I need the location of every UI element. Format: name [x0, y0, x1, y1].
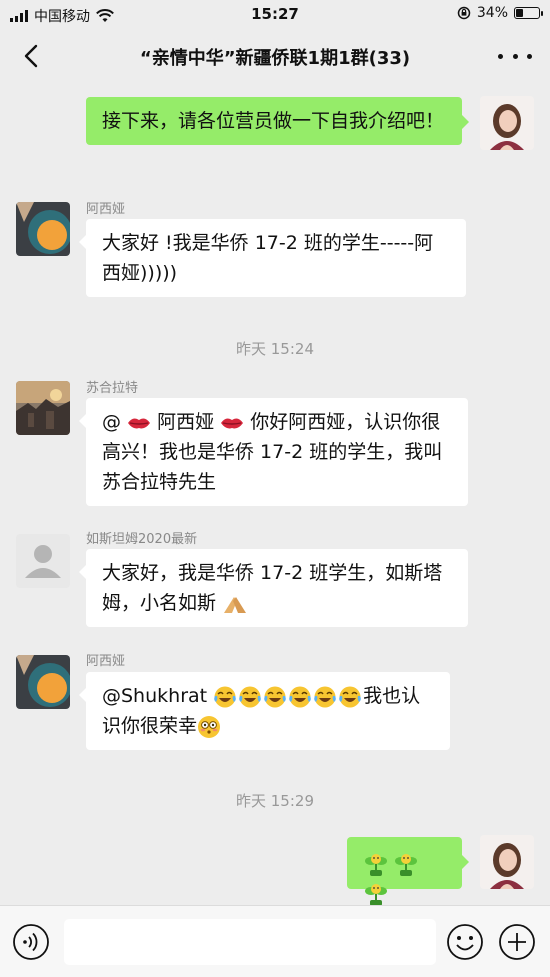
input-bar	[0, 905, 550, 977]
lips-emoji-icon	[128, 418, 151, 428]
mention-name: 阿西娅	[157, 411, 215, 433]
folded-hands-emoji-icon	[224, 596, 247, 613]
sender-name: 阿西娅	[86, 654, 126, 669]
crying-laughing-emoji-icon	[338, 685, 363, 707]
timestamp: 昨天 15:24	[236, 340, 314, 358]
flushed-face-emoji-icon	[198, 715, 221, 738]
crying-laughing-emoji-icon	[238, 685, 263, 707]
message-bubble-incoming[interactable]: @ 阿西娅 你好阿西娅，认识你很高兴！我也是华侨 17-2 班的学生，我叫苏合拉…	[79, 398, 468, 506]
message-input[interactable]	[64, 919, 436, 965]
sprout-emoji-icon	[361, 882, 391, 906]
timestamp: 昨天 15:29	[236, 792, 314, 810]
message-bubble-incoming[interactable]: 大家好，我是华侨 17-2 班学生，如斯塔姆，小名如斯	[79, 549, 468, 627]
more-icon[interactable]	[498, 48, 532, 64]
sender-name: 苏合拉特	[86, 381, 139, 396]
message-text: 你好阿西娅，认识你很高兴！我也是华侨 17-2 班的学生，我叫苏合拉特先生	[102, 411, 443, 493]
message-bubble-outgoing[interactable]: 接下来，请各位营员做一下自我介绍吧！	[86, 97, 469, 145]
back-icon[interactable]	[18, 42, 46, 70]
chat-title: “亲情中华”新疆侨联1期1群(33)	[139, 48, 411, 69]
sender-avatar-suhelate[interactable]	[16, 381, 70, 435]
message-bubble-incoming[interactable]: 大家好 !我是华侨 17-2 班的学生-----阿西娅)))))	[79, 219, 466, 297]
sender-avatar-asiya[interactable]	[16, 655, 70, 709]
message-text: 接下来，请各位营员做一下自我介绍吧！	[102, 110, 445, 132]
lips-emoji-icon	[221, 418, 244, 428]
crying-laughing-emoji-icon	[288, 685, 313, 707]
status-bar: 中国移动 15:27 34%	[0, 0, 550, 30]
sprout-emoji-icon	[391, 852, 421, 876]
message-text: 大家好，我是华侨 17-2 班学生，如斯塔姆，小名如斯	[102, 562, 443, 614]
message-bubble-outgoing[interactable]	[347, 837, 469, 906]
voice-input-icon[interactable]	[12, 923, 50, 961]
sender-avatar-asiya[interactable]	[16, 202, 70, 256]
sprout-emoji-group	[361, 852, 421, 906]
message-bubble-incoming[interactable]: @Shukhrat 我也认识你很荣幸	[79, 672, 450, 750]
orientation-lock-icon	[457, 6, 471, 20]
crying-laughing-emoji-icon	[213, 685, 238, 707]
crying-laughing-emoji-icon	[263, 685, 288, 707]
chat-area[interactable]: 接下来，请各位营员做一下自我介绍吧！ 阿西娅 大家好 !我是华侨 17-2 班的…	[0, 82, 550, 906]
crying-emoji-group	[213, 685, 363, 707]
message-text: 大家好 !我是华侨 17-2 班的学生-----阿西娅)))))	[102, 232, 434, 284]
sprout-emoji-icon	[361, 852, 391, 876]
nav-bar: “亲情中华”新疆侨联1期1群(33)	[0, 30, 550, 82]
status-right: 34%	[457, 5, 543, 21]
mention-at: @	[102, 411, 121, 433]
battery-percent: 34%	[476, 5, 508, 21]
emoji-picker-icon[interactable]	[446, 923, 484, 961]
sender-name: 如斯坦姆2020最新	[86, 532, 198, 547]
my-avatar[interactable]	[480, 96, 534, 150]
crying-laughing-emoji-icon	[313, 685, 338, 707]
message-text: @Shukhrat	[102, 685, 214, 707]
my-avatar[interactable]	[480, 835, 534, 889]
battery-icon	[514, 7, 543, 19]
sender-name: 阿西娅	[86, 202, 126, 217]
default-avatar-icon[interactable]	[16, 534, 70, 588]
more-functions-icon[interactable]	[498, 923, 536, 961]
